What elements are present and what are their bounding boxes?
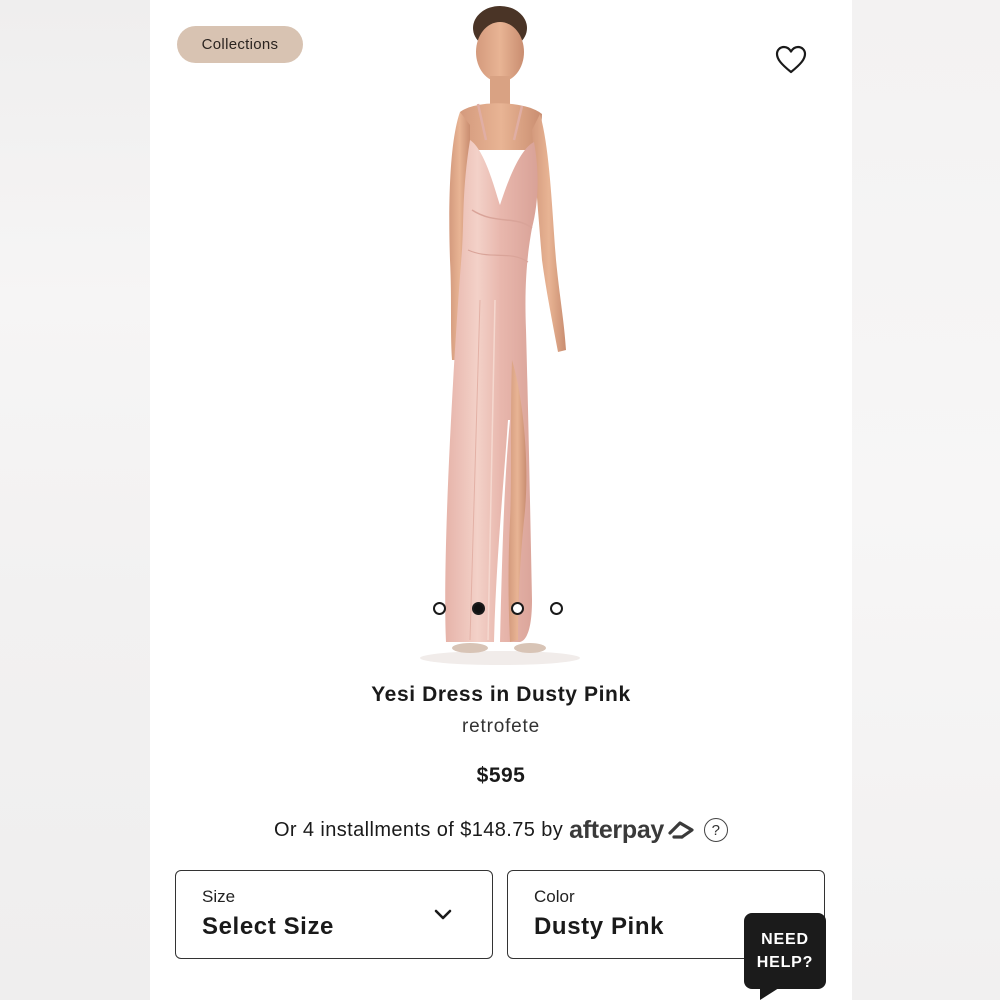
carousel-dot[interactable] <box>550 602 563 615</box>
carousel-dot[interactable] <box>433 602 446 615</box>
afterpay-arrows-icon <box>668 821 694 839</box>
color-select-label: Color <box>534 887 575 906</box>
product-image[interactable] <box>400 0 610 668</box>
right-background <box>852 0 1000 1000</box>
need-help-button[interactable]: NEED HELP? <box>744 913 826 989</box>
installments-row: Or 4 installments of $148.75 by afterpay… <box>150 812 852 848</box>
wishlist-button[interactable] <box>774 43 808 77</box>
size-select-label: Size <box>202 887 236 906</box>
need-help-tail <box>760 986 782 1000</box>
carousel-dots <box>433 602 573 616</box>
installments-text: Or 4 installments of $148.75 by <box>273 818 564 841</box>
product-brand[interactable]: retrofete <box>150 716 852 738</box>
afterpay-info-button[interactable]: ? <box>704 818 729 842</box>
product-panel: Collections Yesi Dress in Dusty Pink ret… <box>150 0 852 1000</box>
chevron-down-icon <box>434 909 452 920</box>
left-background <box>0 0 150 1000</box>
collections-label: Collections <box>201 36 279 53</box>
product-price: $595 <box>476 764 526 787</box>
need-help-line2: HELP? <box>756 954 814 971</box>
carousel-dot[interactable] <box>511 602 524 615</box>
afterpay-logo: afterpay <box>569 815 665 844</box>
collections-button[interactable]: Collections <box>177 26 303 63</box>
carousel-dot-active[interactable] <box>472 602 485 615</box>
color-select-value: Dusty Pink <box>534 913 665 940</box>
need-help-line1: NEED <box>761 931 809 948</box>
size-select-value: Select Size <box>202 913 335 940</box>
size-select[interactable]: Size Select Size <box>175 870 493 959</box>
product-title: Yesi Dress in Dusty Pink <box>371 683 631 706</box>
heart-icon <box>775 45 807 74</box>
